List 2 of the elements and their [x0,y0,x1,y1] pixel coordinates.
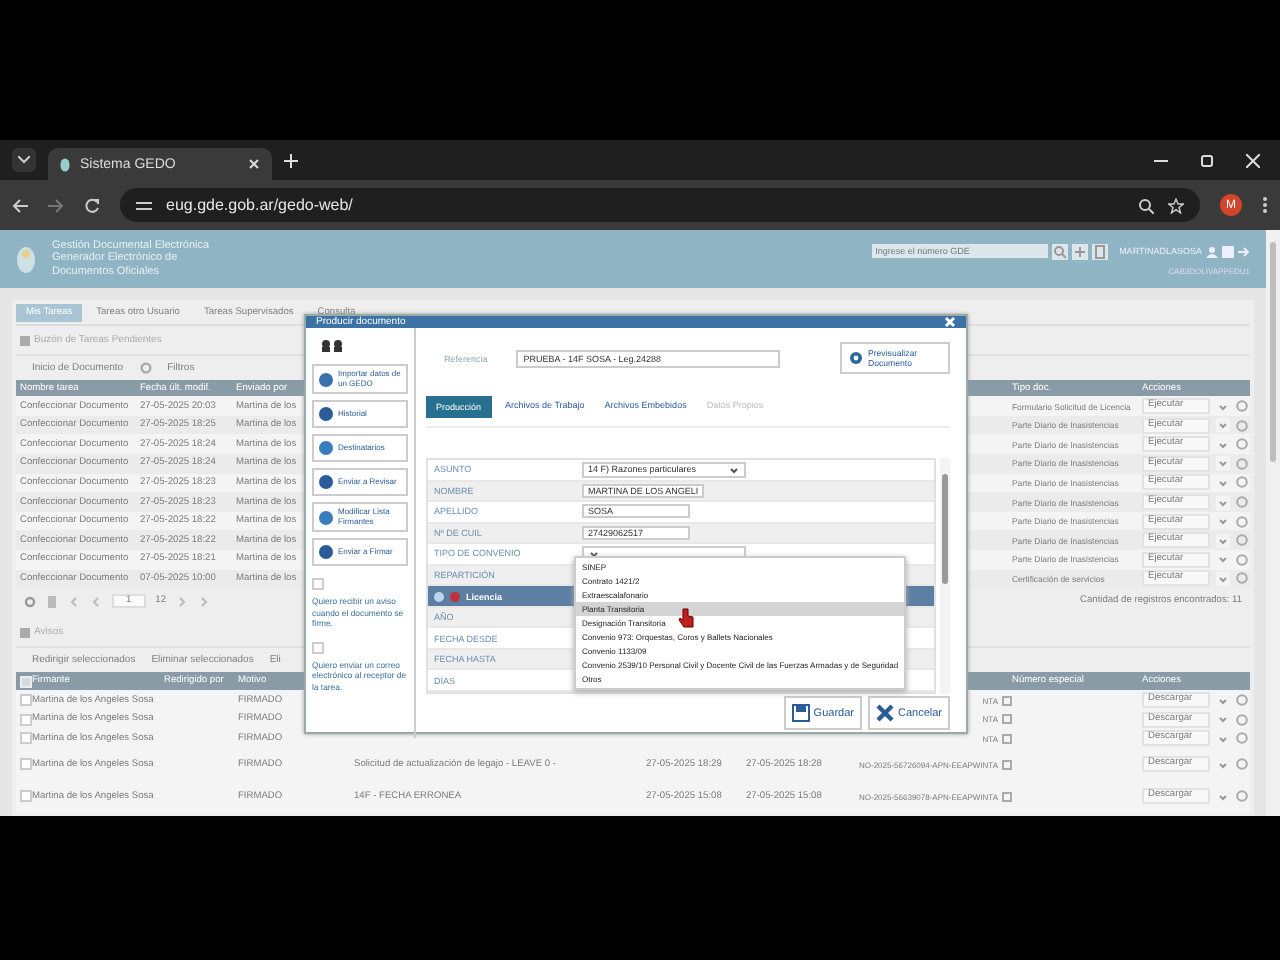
address-bar[interactable]: eug.gde.gob.ar/gedo-web/ [120,188,1200,222]
url-text: eug.gde.gob.ar/gedo-web/ [166,196,353,214]
